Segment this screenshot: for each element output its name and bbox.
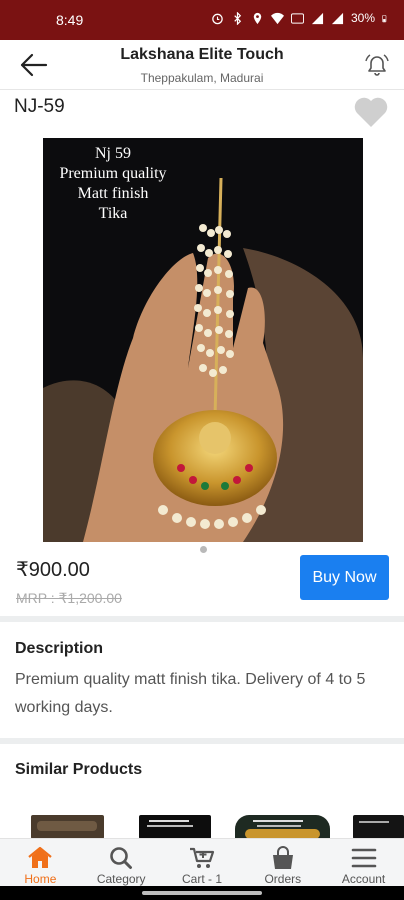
similar-products-heading: Similar Products	[15, 761, 143, 778]
description-text: Premium quality matt finish tika. Delive…	[15, 671, 366, 716]
caption-line-3: Matt finish	[77, 185, 149, 202]
volte-icon	[290, 12, 304, 24]
alarm-icon	[212, 13, 223, 24]
nav-account[interactable]: Account	[323, 839, 404, 886]
bell-icon[interactable]	[364, 52, 390, 78]
nav-label: Category	[96, 872, 146, 886]
carousel-dot	[200, 546, 207, 553]
battery-icon	[382, 14, 387, 22]
similar-product-thumb[interactable]	[235, 815, 330, 839]
battery-percent: 30%	[350, 11, 375, 25]
image-caption: Nj 59 Premium quality Matt finish Tika	[43, 144, 183, 224]
back-arrow-icon[interactable]	[18, 52, 48, 78]
nav-cart[interactable]: Cart - 1	[162, 839, 243, 886]
home-gesture-handle[interactable]	[142, 891, 262, 895]
status-icons: 30%	[211, 11, 390, 25]
similar-product-thumb[interactable]	[139, 815, 211, 839]
app-bar: Lakshana Elite Touch Theppakulam, Madura…	[0, 40, 404, 90]
nav-orders[interactable]: Orders	[242, 839, 323, 886]
buy-now-button[interactable]: Buy Now	[300, 555, 389, 600]
signal-icon	[311, 12, 324, 24]
description-heading: Description	[15, 640, 104, 657]
divider	[0, 738, 404, 744]
search-icon	[110, 847, 133, 869]
wifi-icon	[270, 12, 284, 24]
mrp-price: MRP : ₹1,200.00	[16, 590, 122, 606]
bluetooth-icon	[234, 11, 242, 25]
nav-label: Home	[24, 872, 57, 886]
system-navigation-bar	[0, 886, 404, 900]
nav-label: Orders	[264, 872, 302, 886]
location-icon	[253, 12, 262, 24]
heart-icon[interactable]	[352, 94, 390, 130]
price: ₹900.00	[16, 559, 90, 581]
divider	[0, 616, 404, 622]
home-icon	[28, 846, 53, 868]
similar-product-thumb[interactable]	[353, 815, 404, 839]
product-code: NJ-59	[14, 96, 65, 117]
nav-category[interactable]: Category	[81, 839, 162, 886]
nav-home[interactable]: Home	[0, 839, 81, 886]
status-time: 8:49	[56, 12, 84, 28]
store-location: Theppakulam, Madurai	[140, 71, 264, 85]
signal-2-icon	[331, 12, 344, 24]
menu-icon	[351, 848, 376, 868]
price-section: ₹900.00 MRP : ₹1,200.00 Buy Now	[0, 548, 404, 616]
status-bar: 8:49 30%	[0, 0, 404, 40]
bottom-navigation: Home Category Cart - 1 Orders Account	[0, 838, 404, 886]
similar-product-thumb[interactable]	[31, 815, 104, 839]
caption-line-1: Nj 59	[95, 145, 131, 162]
nav-label: Cart - 1	[181, 872, 222, 886]
product-image[interactable]: Nj 59 Premium quality Matt finish Tika	[43, 138, 363, 542]
caption-line-2: Premium quality	[59, 165, 167, 182]
cart-icon	[189, 847, 215, 868]
nav-label: Account	[341, 872, 386, 886]
store-name: Lakshana Elite Touch	[120, 46, 284, 63]
store-title: Lakshana Elite Touch Theppakulam, Madura…	[70, 44, 334, 87]
bag-icon	[272, 846, 293, 869]
caption-line-4: Tika	[98, 205, 128, 222]
